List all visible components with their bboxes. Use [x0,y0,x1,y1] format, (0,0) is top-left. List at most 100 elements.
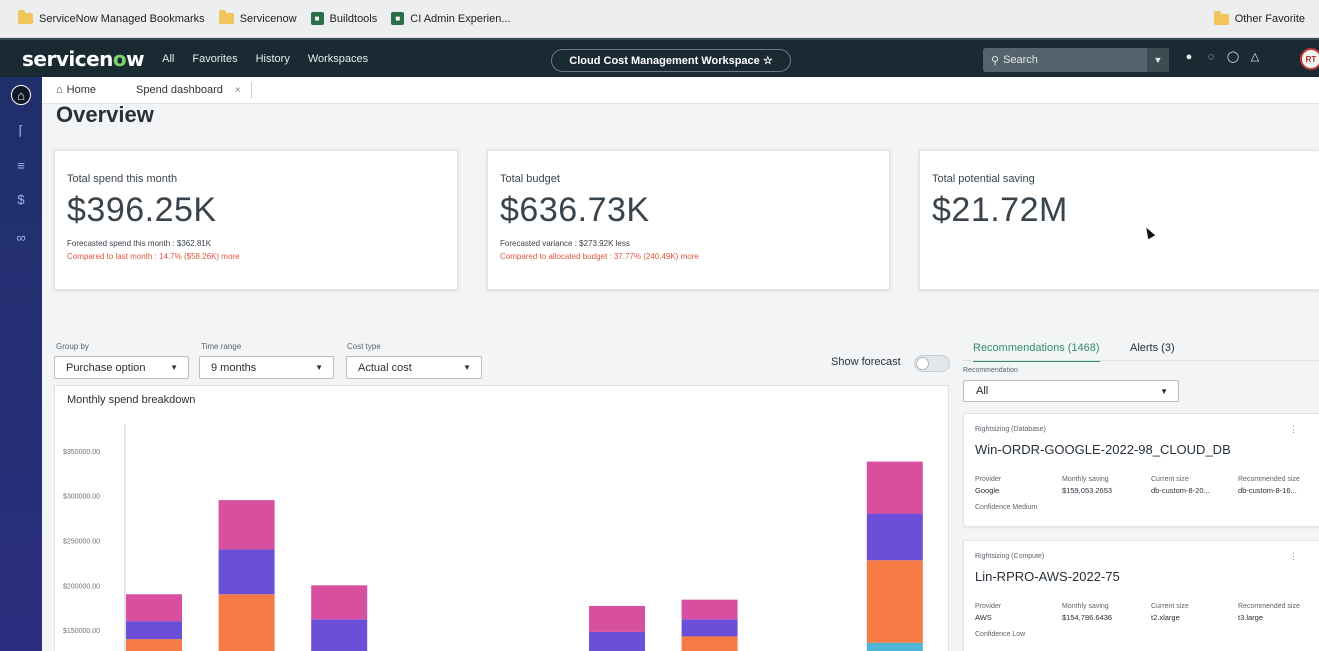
monthly-spend-chart-panel: Monthly spend breakdown $350000.00 $30000… [54,385,949,651]
user-icon[interactable]: ∞ [11,227,31,247]
bar-segment[interactable] [589,631,645,651]
folder-icon [1213,10,1229,25]
bookmark-servicenow[interactable]: Servicenow [218,10,297,25]
recommendation-type: Rightsizing (Database) [975,426,1046,433]
bar-segment[interactable] [311,585,368,620]
bar-segment[interactable] [681,619,738,637]
tab-underline [962,360,1319,361]
y-tick-label: $250000.00 [63,538,100,545]
recommendation-card[interactable]: Rightsizing (Database) ⋮ Win-ORDR-GOOGLE… [963,413,1319,527]
bar-segment[interactable] [866,461,923,514]
kpi-subtext: Forecasted variance : $273.92K less [500,239,630,248]
bar-segment[interactable] [681,636,738,651]
bar-segment[interactable] [218,594,275,651]
workspace-title-pill[interactable]: Cloud Cost Management Workspace ☆ [551,49,791,72]
recommendation-filter-label: Recommendation [963,367,1018,374]
bar-segment[interactable] [866,642,923,651]
page-title: Overview [56,104,154,127]
servicenow-logo[interactable]: servicenow [22,47,145,71]
home-icon[interactable]: ⌂ [11,85,31,105]
workspace-side-rail: ⌂ ⌈ ≡ $ ∞ [0,77,42,651]
app-icon: ■ [391,12,405,25]
workspace-tab-bar: ⌂ Home Spend dashboard × [42,77,1319,104]
close-icon[interactable]: × [235,85,241,96]
recommendation-type: Rightsizing (Compute) [975,553,1045,560]
confidence-level: Confidence Medium [975,504,1038,511]
bookmark-ci-admin[interactable]: ■ CI Admin Experien... [391,12,511,25]
bar-segment[interactable] [126,639,182,651]
app-icon: ■ [310,12,324,25]
more-options-icon[interactable]: ⋮ [1289,424,1298,435]
globe-icon[interactable]: ● [1178,51,1200,63]
folder-icon [18,10,33,24]
search-placeholder: Search [1003,54,1038,66]
kpi-card-potential-saving: Total potential saving $21.72M [919,150,1319,290]
chat-icon[interactable]: ◌ [1200,51,1222,63]
monthly-spend-chart: $350000.00 $300000.00 $250000.00 $200000.00… [63,424,923,651]
tab-alerts[interactable]: Alerts (3) [1130,342,1175,354]
y-tick-label: $150000.00 [63,628,100,635]
list-icon[interactable]: ≡ [11,155,31,175]
recommendation-filter-select[interactable]: All ▼ [963,380,1179,402]
search-scope-dropdown[interactable]: ▼ [1147,48,1169,72]
bar-segment[interactable] [218,500,275,550]
bar-segment[interactable] [218,549,275,595]
notification-bell-icon[interactable]: △ [1244,50,1266,63]
dashboard-content: Overview Total spend this month $396.25K… [42,104,1319,651]
folder-icon [218,10,234,24]
bookmark-other-favorites[interactable]: Other Favorite [1213,0,1305,38]
nav-history[interactable]: History [256,53,290,65]
chevron-down-icon: ▼ [170,363,178,372]
bar-segment[interactable] [126,621,182,640]
recommendation-resource-name: Lin-RPRO-AWS-2022-75 [975,569,1120,584]
bar-segment[interactable] [681,599,738,620]
bar-segment[interactable] [589,605,645,632]
chevron-down-icon: ▼ [463,363,471,372]
bookmark-servicenow-managed[interactable]: ServiceNow Managed Bookmarks [18,10,205,25]
chevron-down-icon: ▼ [315,363,323,372]
bar-segment[interactable] [311,619,368,651]
kpi-label: Total spend this month [67,173,178,185]
time-range-label: Time range [201,342,242,351]
kpi-subtext: Forecasted spend this month : $362.81K [67,239,212,248]
nav-favorites[interactable]: Favorites [192,53,237,65]
bookmark-buildtools[interactable]: ■ Buildtools [310,12,377,25]
kpi-comparison: Compared to allocated budget : 37.77% (2… [500,252,699,261]
global-search-input[interactable]: ⚲ Search ▼ [983,48,1169,72]
kpi-card-total-spend: Total spend this month $396.25K Forecast… [54,150,458,290]
kpi-label: Total budget [500,173,560,185]
nav-workspaces[interactable]: Workspaces [308,53,368,65]
cost-type-select[interactable]: Actual cost ▼ [346,356,482,379]
recommendation-card[interactable]: Rightsizing (Compute) ⋮ Lin-RPRO-AWS-202… [963,540,1319,651]
tab-home[interactable]: ⌂ Home [56,84,96,96]
show-forecast-toggle[interactable] [914,355,950,372]
confidence-level: Confidence Low [975,631,1026,638]
kpi-value: $396.25K [67,191,217,229]
more-options-icon[interactable]: ⋮ [1289,551,1298,562]
user-avatar[interactable]: RT [1300,48,1319,70]
bar-segment[interactable] [866,513,923,561]
kpi-label: Total potential saving [932,173,1035,185]
dollar-icon[interactable]: $ [11,189,31,209]
current-size-column: Current size db-custom-8-20... [1151,476,1210,495]
nav-utility-icons: ● ◌ ◯ △ [1178,50,1266,64]
tab-recommendations[interactable]: Recommendations (1468) [973,342,1100,362]
monthly-saving-column: Monthly saving $154,786.6436 [1062,603,1113,622]
recommendation-resource-name: Win-ORDR-GOOGLE-2022-98_CLOUD_DB [975,442,1231,457]
kpi-value: $21.72M [932,191,1068,229]
recommended-size-column: Recommended size db-custom-8-16... [1238,476,1300,495]
time-range-select[interactable]: 9 months ▼ [199,356,334,379]
nav-all[interactable]: All [162,53,174,65]
provider-column: Provider AWS [975,603,1002,622]
tab-spend-dashboard[interactable]: Spend dashboard × [136,84,241,96]
group-by-select[interactable]: Purchase option ▼ [54,356,189,379]
bar-segment[interactable] [866,560,923,643]
analytics-icon[interactable]: ⌈ [11,121,31,141]
cost-type-label: Cost type [347,342,381,351]
group-by-label: Group by [56,342,89,351]
help-icon[interactable]: ◯ [1222,50,1244,63]
kpi-value: $636.73K [500,191,650,229]
bar-segment[interactable] [126,594,182,622]
y-tick-label: $350000.00 [63,449,100,456]
provider-column: Provider Google [975,476,1002,495]
